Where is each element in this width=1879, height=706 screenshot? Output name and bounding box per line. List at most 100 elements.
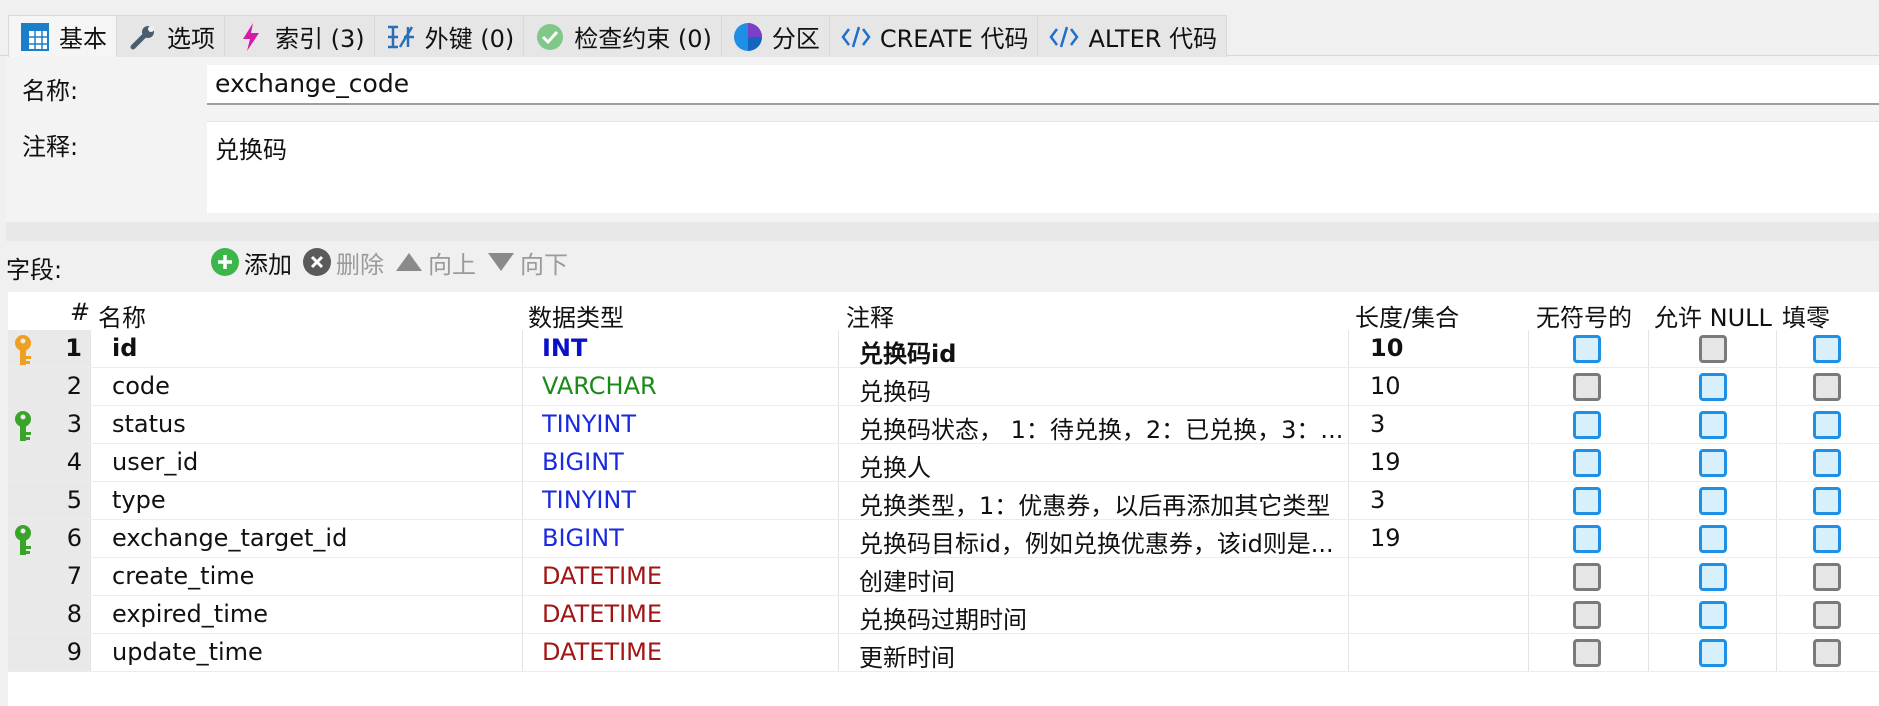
header-name[interactable]: 名称 bbox=[98, 298, 146, 333]
zerofill-checkbox[interactable] bbox=[1813, 639, 1841, 667]
table-row[interactable]: 7 create_time DATETIME 创建时间 bbox=[8, 558, 1879, 596]
nullable-checkbox[interactable] bbox=[1699, 373, 1727, 401]
nullable-checkbox[interactable] bbox=[1699, 601, 1727, 629]
field-name[interactable]: type bbox=[112, 486, 522, 514]
table-row[interactable]: 2 code VARCHAR 兑换码 10 bbox=[8, 368, 1879, 406]
table-comment-textarea[interactable]: 兑换码 bbox=[207, 121, 1879, 213]
tab-partitions[interactable]: 分区 bbox=[720, 15, 830, 57]
field-length[interactable]: 10 bbox=[1370, 372, 1530, 400]
zerofill-checkbox[interactable] bbox=[1813, 449, 1841, 477]
add-field-button[interactable]: 添加 bbox=[210, 245, 292, 280]
header-type[interactable]: 数据类型 bbox=[528, 298, 624, 333]
zerofill-checkbox[interactable] bbox=[1813, 601, 1841, 629]
field-name[interactable]: create_time bbox=[112, 562, 522, 590]
nullable-checkbox[interactable] bbox=[1699, 639, 1727, 667]
tab-foreign-keys[interactable]: 外键 (0) bbox=[373, 15, 525, 57]
field-type[interactable]: BIGINT bbox=[542, 448, 842, 476]
field-comment[interactable]: 创建时间 bbox=[859, 562, 1347, 597]
header-zerofill[interactable]: 填零 bbox=[1782, 298, 1830, 333]
field-type[interactable]: BIGINT bbox=[542, 524, 842, 552]
unsigned-checkbox[interactable] bbox=[1573, 373, 1601, 401]
unsigned-checkbox[interactable] bbox=[1573, 601, 1601, 629]
header-nullable[interactable]: 允许 NULL bbox=[1654, 298, 1772, 333]
field-name[interactable]: status bbox=[112, 410, 522, 438]
field-length[interactable]: 19 bbox=[1370, 448, 1530, 476]
move-down-button[interactable]: 向下 bbox=[486, 245, 568, 280]
field-type[interactable]: VARCHAR bbox=[542, 372, 842, 400]
field-length[interactable]: 3 bbox=[1370, 486, 1530, 514]
nullable-checkbox[interactable] bbox=[1699, 411, 1727, 439]
field-comment[interactable]: 兑换码 bbox=[859, 372, 1347, 407]
column-divider bbox=[1648, 482, 1649, 519]
table-row[interactable]: 9 update_time DATETIME 更新时间 bbox=[8, 634, 1879, 672]
nullable-checkbox[interactable] bbox=[1699, 487, 1727, 515]
splitter[interactable] bbox=[6, 222, 1879, 241]
zerofill-checkbox[interactable] bbox=[1813, 525, 1841, 553]
tab-check-constraints[interactable]: 检查约束 (0) bbox=[523, 15, 722, 57]
field-name[interactable]: id bbox=[112, 334, 522, 362]
row-number: 9 bbox=[66, 638, 82, 666]
unsigned-checkbox[interactable] bbox=[1573, 563, 1601, 591]
field-type[interactable]: INT bbox=[542, 334, 842, 362]
nullable-checkbox[interactable] bbox=[1699, 525, 1727, 553]
field-length[interactable]: 3 bbox=[1370, 410, 1530, 438]
column-divider bbox=[1648, 444, 1649, 481]
table-row[interactable]: 5 type TINYINT 兑换类型，1：优惠券，以后再添加其它类型 3 bbox=[8, 482, 1879, 520]
field-comment[interactable]: 兑换人 bbox=[859, 448, 1347, 483]
unsigned-checkbox[interactable] bbox=[1573, 487, 1601, 515]
table-row[interactable]: 4 user_id BIGINT 兑换人 19 bbox=[8, 444, 1879, 482]
field-name[interactable]: code bbox=[112, 372, 522, 400]
table-name-input[interactable]: exchange_code bbox=[207, 65, 1879, 105]
close-circle-icon bbox=[302, 247, 332, 277]
move-up-button[interactable]: 向上 bbox=[394, 245, 476, 280]
unsigned-checkbox[interactable] bbox=[1573, 639, 1601, 667]
unsigned-checkbox[interactable] bbox=[1573, 411, 1601, 439]
field-comment[interactable]: 兑换码状态， 1：待兑换，2：已兑换，3：... bbox=[859, 410, 1347, 445]
field-name[interactable]: user_id bbox=[112, 448, 522, 476]
fields-toolbar: 添加 删除 向上 向下 bbox=[210, 244, 578, 280]
field-type[interactable]: DATETIME bbox=[542, 562, 842, 590]
zerofill-checkbox[interactable] bbox=[1813, 335, 1841, 363]
zerofill-checkbox[interactable] bbox=[1813, 411, 1841, 439]
zerofill-checkbox[interactable] bbox=[1813, 373, 1841, 401]
field-comment[interactable]: 兑换码目标id，例如兑换优惠券，该id则是... bbox=[859, 524, 1347, 559]
delete-field-button[interactable]: 删除 bbox=[302, 245, 384, 280]
field-length[interactable]: 10 bbox=[1370, 334, 1530, 362]
header-unsigned[interactable]: 无符号的 bbox=[1536, 298, 1632, 333]
field-name[interactable]: update_time bbox=[112, 638, 522, 666]
table-row[interactable]: 6 exchange_target_id BIGINT 兑换码目标id，例如兑换… bbox=[8, 520, 1879, 558]
tab-indexes[interactable]: 索引 (3) bbox=[224, 15, 375, 57]
tab-options[interactable]: 选项 bbox=[116, 15, 225, 57]
field-comment[interactable]: 兑换码id bbox=[859, 334, 1347, 369]
nullable-checkbox[interactable] bbox=[1699, 449, 1727, 477]
table-row[interactable]: 1 id INT 兑换码id 10 bbox=[8, 330, 1879, 368]
field-comment[interactable]: 兑换类型，1：优惠券，以后再添加其它类型 bbox=[859, 486, 1347, 521]
table-row[interactable]: 3 status TINYINT 兑换码状态， 1：待兑换，2：已兑换，3：..… bbox=[8, 406, 1879, 444]
field-type[interactable]: TINYINT bbox=[542, 486, 842, 514]
header-num[interactable]: # bbox=[70, 298, 90, 326]
field-type[interactable]: TINYINT bbox=[542, 410, 842, 438]
zerofill-checkbox[interactable] bbox=[1813, 563, 1841, 591]
tab-basic[interactable]: 基本 bbox=[8, 15, 117, 57]
unsigned-checkbox[interactable] bbox=[1573, 449, 1601, 477]
field-comment[interactable]: 兑换码过期时间 bbox=[859, 600, 1347, 635]
unsigned-checkbox[interactable] bbox=[1573, 335, 1601, 363]
column-divider bbox=[522, 330, 523, 367]
header-comment[interactable]: 注释 bbox=[846, 298, 894, 333]
table-row[interactable]: 8 expired_time DATETIME 兑换码过期时间 bbox=[8, 596, 1879, 634]
field-name[interactable]: expired_time bbox=[112, 600, 522, 628]
zerofill-checkbox[interactable] bbox=[1813, 487, 1841, 515]
unsigned-checkbox[interactable] bbox=[1573, 525, 1601, 553]
field-type[interactable]: DATETIME bbox=[542, 638, 842, 666]
tab-create-code[interactable]: CREATE 代码 bbox=[828, 15, 1039, 57]
field-type[interactable]: DATETIME bbox=[542, 600, 842, 628]
tab-alter-code[interactable]: ALTER 代码 bbox=[1037, 15, 1228, 57]
wrench-icon bbox=[127, 21, 159, 53]
nullable-checkbox[interactable] bbox=[1699, 563, 1727, 591]
header-length[interactable]: 长度/集合 bbox=[1355, 298, 1459, 333]
field-name[interactable]: exchange_target_id bbox=[112, 524, 522, 552]
column-divider bbox=[90, 406, 91, 443]
nullable-checkbox[interactable] bbox=[1699, 335, 1727, 363]
field-length[interactable]: 19 bbox=[1370, 524, 1530, 552]
field-comment[interactable]: 更新时间 bbox=[859, 638, 1347, 673]
